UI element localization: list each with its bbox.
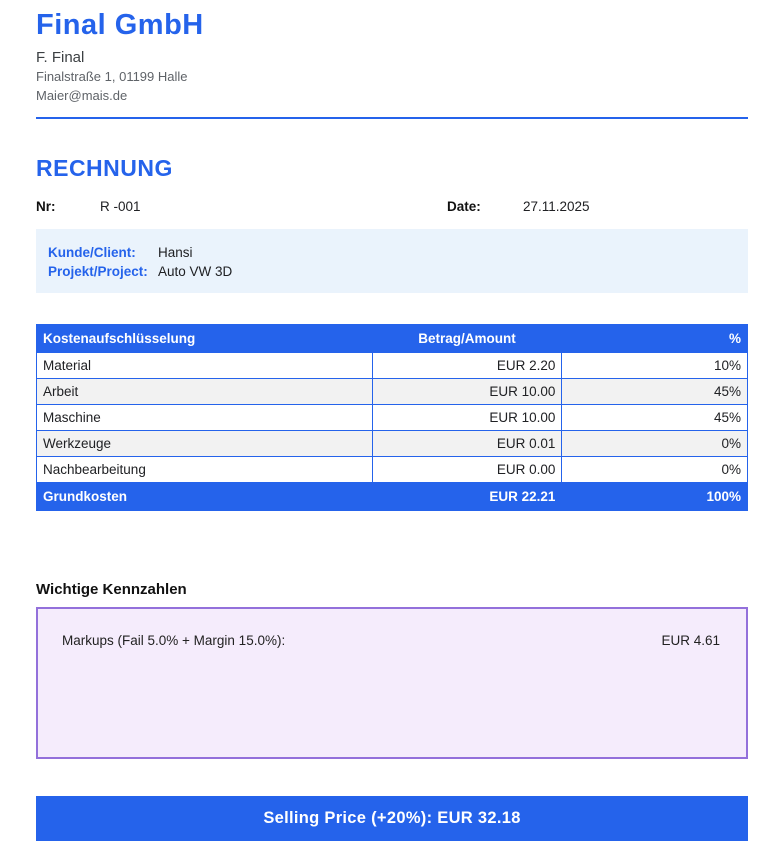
invoice-number-value: R -001: [100, 199, 141, 214]
col-header-percent: %: [561, 324, 748, 353]
total-row: Grundkosten EUR 22.21 100%: [36, 482, 748, 511]
table-row: Arbeit EUR 10.00 45%: [36, 378, 748, 405]
cost-breakdown-table: Kostenaufschlüsselung Betrag/Amount % Ma…: [36, 324, 748, 511]
cost-label: Arbeit: [36, 378, 373, 405]
selling-price-banner: Selling Price (+20%): EUR 32.18: [36, 796, 748, 841]
table-row: Nachbearbeitung EUR 0.00 0%: [36, 456, 748, 483]
invoice-document: Final GmbH F. Final Finalstraße 1, 01199…: [0, 0, 781, 849]
cost-amount: EUR 2.20: [371, 352, 563, 379]
cost-amount: EUR 10.00: [371, 378, 563, 405]
cost-label: Werkzeuge: [36, 430, 373, 457]
table-header-row: Kostenaufschlüsselung Betrag/Amount %: [36, 324, 748, 353]
cost-percent: 0%: [561, 430, 748, 457]
cost-percent: 45%: [561, 404, 748, 431]
col-header-kostenaufschluesselung: Kostenaufschlüsselung: [36, 324, 373, 353]
table-row: Werkzeuge EUR 0.01 0%: [36, 430, 748, 457]
company-address: Finalstraße 1, 01199 Halle: [36, 69, 188, 84]
cost-percent: 10%: [561, 352, 748, 379]
client-label: Kunde/Client:: [48, 245, 136, 260]
client-row: Kunde/Client: Hansi: [48, 243, 736, 262]
company-name: Final GmbH: [36, 9, 204, 41]
project-label: Projekt/Project:: [48, 264, 148, 279]
project-value: Auto VW 3D: [158, 264, 233, 279]
invoice-date-label: Date:: [447, 199, 481, 214]
invoice-meta-row: Nr: R -001 Date: 27.11.2025: [36, 199, 748, 215]
cost-amount: EUR 0.00: [371, 456, 563, 483]
project-row: Projekt/Project: Auto VW 3D: [48, 262, 736, 281]
cost-amount: EUR 0.01: [371, 430, 563, 457]
kennzahlen-heading: Wichtige Kennzahlen: [36, 581, 187, 598]
header-divider: [36, 117, 748, 119]
markup-row: Markups (Fail 5.0% + Margin 15.0%): EUR …: [62, 633, 720, 649]
cost-label: Material: [36, 352, 373, 379]
total-percent: 100%: [561, 482, 748, 511]
cost-amount: EUR 10.00: [371, 404, 563, 431]
client-info-box: Kunde/Client: Hansi Projekt/Project: Aut…: [36, 229, 748, 293]
company-email: Maier@mais.de: [36, 88, 128, 103]
invoice-date-value: 27.11.2025: [523, 199, 590, 214]
invoice-number-label: Nr:: [36, 199, 56, 214]
cost-percent: 45%: [561, 378, 748, 405]
company-contact-name: F. Final: [36, 49, 85, 66]
total-label: Grundkosten: [36, 482, 373, 511]
client-value: Hansi: [158, 245, 193, 260]
cost-label: Maschine: [36, 404, 373, 431]
markup-value: EUR 4.61: [661, 633, 720, 648]
invoice-title: RECHNUNG: [36, 155, 173, 181]
cost-percent: 0%: [561, 456, 748, 483]
company-header: Final GmbH F. Final Finalstraße 1, 01199…: [36, 8, 748, 105]
table-row: Material EUR 2.20 10%: [36, 352, 748, 379]
total-amount: EUR 22.21: [371, 482, 563, 511]
kennzahlen-box: Markups (Fail 5.0% + Margin 15.0%): EUR …: [36, 607, 748, 759]
markup-label: Markups (Fail 5.0% + Margin 15.0%):: [62, 633, 286, 648]
col-header-betrag-amount: Betrag/Amount: [371, 324, 563, 353]
table-row: Maschine EUR 10.00 45%: [36, 404, 748, 431]
cost-label: Nachbearbeitung: [36, 456, 373, 483]
